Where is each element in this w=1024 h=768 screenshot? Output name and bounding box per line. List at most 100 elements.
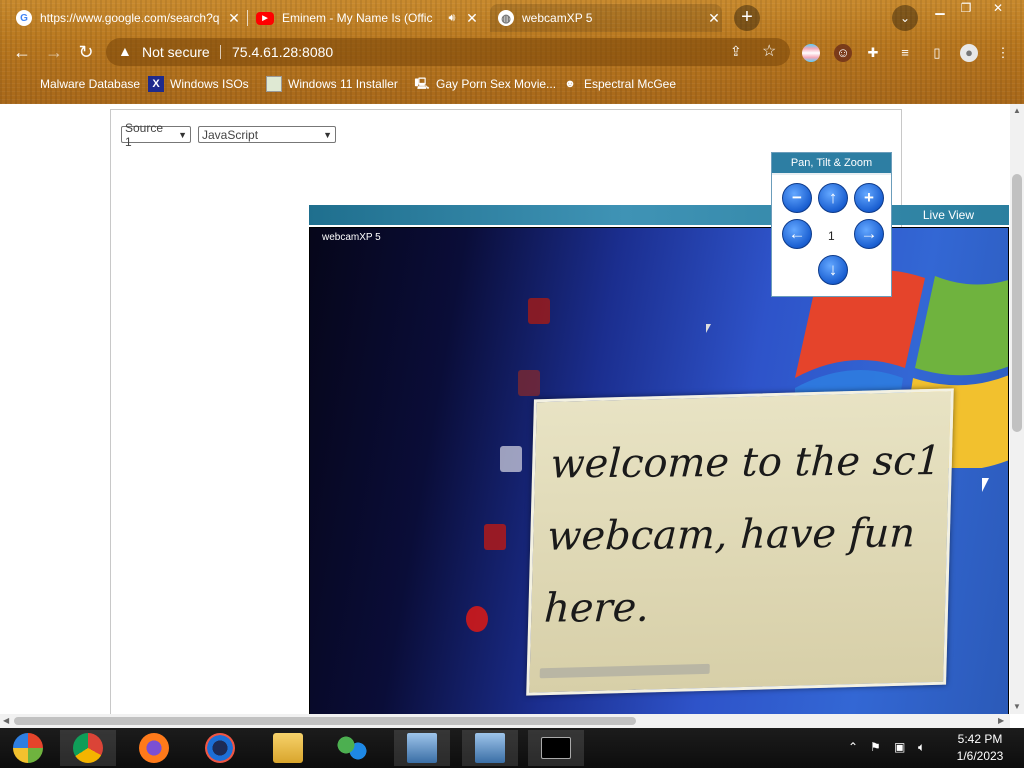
taskbar-command-prompt[interactable]	[528, 730, 584, 766]
horizontal-scrollbar[interactable]: ◀ ▶	[0, 714, 1010, 728]
live-view-label: Live View	[922, 208, 974, 222]
desktop-icon	[500, 446, 522, 472]
profile-avatar-icon[interactable]: ●	[960, 44, 978, 62]
ptz-preset-number: 1	[828, 229, 835, 243]
new-tab-button[interactable]: +	[734, 5, 760, 31]
tab-title: https://www.google.com/search?q	[40, 11, 220, 25]
tab-webcamxp[interactable]: ◍ webcamXP 5 ✕	[490, 4, 722, 32]
close-window-icon[interactable]: ✕	[984, 0, 1012, 18]
google-icon: G	[16, 10, 32, 26]
taskbar-file-explorer[interactable]	[260, 730, 316, 766]
camera-note-text: welcome to the sc1 webcam, have fun here…	[543, 438, 943, 632]
opera-icon	[205, 733, 235, 763]
security-label[interactable]: Not secure	[142, 44, 210, 60]
x-icon: X	[148, 76, 164, 92]
start-button[interactable]	[0, 730, 56, 766]
taskbar-clock[interactable]: 5:42 PM 1/6/2023	[940, 731, 1020, 765]
warning-icon[interactable]: ▲	[118, 43, 132, 59]
bookmark-malware-database[interactable]: Malware Database	[18, 74, 140, 94]
scroll-right-arrow-icon[interactable]: ▶	[998, 716, 1004, 725]
chevron-down-icon: ▼	[178, 129, 187, 140]
bookmark-windows-11-installer[interactable]: Windows 11 Installer	[266, 74, 398, 94]
close-tab-icon[interactable]: ✕	[226, 10, 242, 27]
extensions-puzzle-icon[interactable]: ✚	[864, 44, 882, 62]
trans-flag-extension-icon[interactable]	[802, 44, 820, 62]
pan-left-arrow-icon[interactable]: ←	[782, 219, 812, 249]
desktop-icon	[518, 370, 540, 396]
share-icon[interactable]: ⇪	[730, 43, 742, 60]
address-bar[interactable]: ▲ Not secure 75.4.61.28:8080 ⇪ ☆	[106, 38, 790, 66]
command-prompt-icon	[541, 737, 571, 759]
scroll-up-arrow-icon[interactable]: ▲	[1013, 106, 1021, 115]
ptz-panel: Pan, Tilt & Zoom − ↑ + ← 1 → ↓	[771, 152, 892, 297]
viewer-mode-select[interactable]: JavaScript ▼	[198, 126, 336, 143]
mouse-cursor-icon	[982, 478, 993, 492]
windows-taskbar: ⌃ ⚑ ▣ 🔈︎ 5:42 PM 1/6/2023	[0, 728, 1024, 768]
file-explorer-icon	[273, 733, 303, 763]
side-panel-icon[interactable]: ▯	[928, 44, 946, 62]
tab-youtube-eminem[interactable]: ▶ Eminem - My Name Is (Offic 🔊︎ ✕	[256, 4, 480, 32]
vertical-scroll-thumb[interactable]	[1012, 174, 1022, 432]
reload-icon[interactable]: ↻	[74, 40, 98, 64]
taskbar-chrome[interactable]	[60, 730, 116, 766]
folder-image-icon	[18, 76, 34, 92]
taskbar-remote-desktop-1[interactable]	[394, 730, 450, 766]
network-tray-icon[interactable]: ▣	[894, 740, 905, 754]
bookmark-espectral-mcgee[interactable]: ☻ Espectral McGee	[562, 74, 676, 94]
chrome-icon	[73, 733, 103, 763]
tilt-down-arrow-icon[interactable]: ↓	[818, 255, 848, 285]
show-hidden-icons-chevron-icon[interactable]: ⌃	[848, 740, 858, 754]
web-page: Source 1 ▼ JavaScript ▼ Live View webcamXP…	[0, 104, 1024, 714]
bookmark-video-site[interactable]: 🖳︎ Gay Porn Sex Movie...	[414, 74, 556, 94]
youtube-icon: ▶	[256, 11, 274, 25]
network-icon	[337, 733, 367, 763]
windows-start-icon	[13, 733, 43, 763]
desktop-icon	[528, 298, 550, 324]
remote-desktop-icon	[475, 733, 505, 763]
desktop-icon	[484, 524, 506, 550]
volume-icon[interactable]: 🔈︎	[918, 740, 925, 755]
source-select[interactable]: Source 1 ▼	[121, 121, 191, 149]
menu-kebab-icon[interactable]: ⋮	[994, 44, 1012, 62]
webcam-stream[interactable]: webcamXP 5 welcome to the sc1 webcam, ha…	[309, 227, 1009, 714]
taskbar-remote-desktop-2[interactable]	[462, 730, 518, 766]
media-control-icon[interactable]: ≡	[896, 44, 914, 62]
live-view-header: Live View	[309, 205, 1009, 225]
speaker-icon[interactable]: 🔊︎	[444, 12, 460, 25]
pan-right-arrow-icon[interactable]: →	[854, 219, 884, 249]
ptz-controls: − ↑ + ← 1 → ↓	[772, 173, 891, 296]
taskbar-network[interactable]	[324, 730, 380, 766]
zoom-in-icon[interactable]: +	[854, 183, 884, 213]
taskbar-firefox[interactable]	[126, 730, 182, 766]
taskbar-opera[interactable]	[192, 730, 248, 766]
tab-title: webcamXP 5	[522, 11, 593, 25]
horizontal-scroll-thumb[interactable]	[14, 717, 636, 725]
remote-desktop-icon	[407, 733, 437, 763]
vertical-scrollbar[interactable]: ▲ ▼	[1010, 104, 1024, 714]
back-arrow-icon[interactable]: ←	[10, 40, 34, 64]
tab-title: Eminem - My Name Is (Offic	[282, 11, 433, 25]
profile-extension-icon[interactable]: ☺	[834, 44, 852, 62]
browser-toolbar: ← → ↻ ▲ Not secure 75.4.61.28:8080 ⇪ ☆ ☺…	[0, 36, 1024, 68]
restore-icon[interactable]: ❐	[952, 0, 980, 18]
bookmarks-bar: Malware Database X Windows ISOs Windows …	[0, 72, 1024, 96]
bookmark-windows-isos[interactable]: X Windows ISOs	[148, 74, 249, 94]
computer-icon: 🖳︎	[414, 77, 430, 90]
scroll-left-arrow-icon[interactable]: ◀	[3, 716, 9, 725]
tab-google-search[interactable]: G https://www.google.com/search?q ✕	[16, 4, 242, 32]
minimize-icon[interactable]: ▁	[926, 0, 954, 18]
firefox-icon	[139, 733, 169, 763]
forward-arrow-icon[interactable]: →	[42, 40, 66, 64]
bookmark-star-icon[interactable]: ☆	[762, 41, 776, 61]
tab-search-chevron-icon[interactable]: ⌄	[892, 5, 918, 31]
zoom-out-icon[interactable]: −	[782, 183, 812, 213]
scroll-down-arrow-icon[interactable]: ▼	[1013, 702, 1021, 711]
url-text[interactable]: 75.4.61.28:8080	[232, 44, 333, 60]
camera-mouse-pointer-icon	[706, 324, 711, 333]
image-icon	[266, 76, 282, 92]
close-tab-icon[interactable]: ✕	[706, 10, 722, 27]
action-center-flag-icon[interactable]: ⚑	[870, 740, 881, 754]
avatar-icon: ☻	[564, 78, 576, 90]
close-tab-icon[interactable]: ✕	[464, 10, 480, 27]
tilt-up-arrow-icon[interactable]: ↑	[818, 183, 848, 213]
